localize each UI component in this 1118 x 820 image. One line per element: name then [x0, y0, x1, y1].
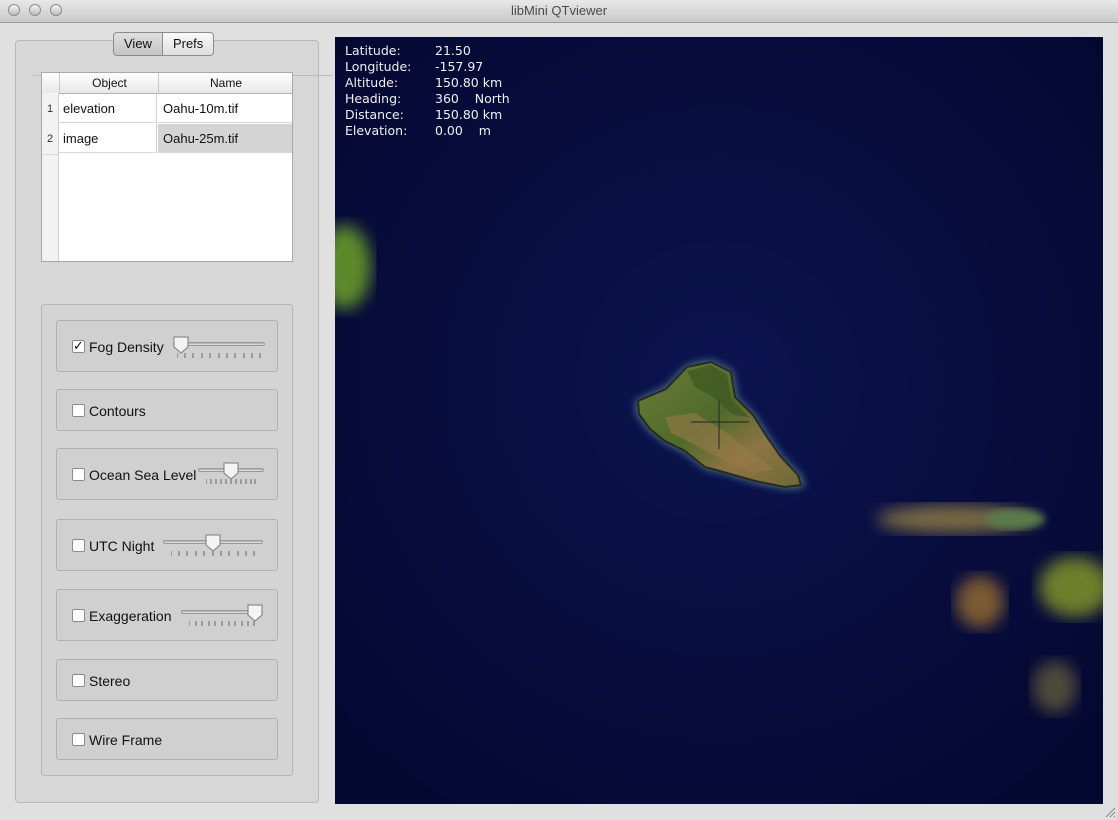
exaggeration-slider[interactable] [181, 604, 263, 626]
molokai-island [877, 505, 1045, 533]
slider-ticks [206, 479, 256, 484]
wire-frame-checkbox[interactable] [72, 733, 85, 746]
hud-heading-label: Heading: [345, 91, 402, 106]
utc-night-box: UTC Night [56, 519, 278, 571]
window-title: libMini QTviewer [510, 3, 608, 18]
stereo-label: Stereo [89, 673, 131, 689]
object-table[interactable]: Object Name 1 elevation Oahu-10m.tif 2 i… [41, 72, 293, 262]
row-number: 2 [42, 124, 59, 155]
hud-latitude-label: Latitude: [345, 43, 401, 58]
tab-prefs[interactable]: Prefs [163, 33, 213, 55]
utc-night-checkbox[interactable] [72, 539, 85, 552]
ocean-sea-level-checkbox[interactable] [72, 468, 85, 481]
fog-density-slider[interactable] [173, 336, 265, 358]
exaggeration-checkbox[interactable] [72, 609, 85, 622]
contours-checkbox[interactable] [72, 404, 85, 417]
wire-frame-label: Wire Frame [89, 732, 163, 748]
hud-distance-value: 150.80 km [435, 107, 503, 122]
table-row[interactable]: 1 elevation Oahu-10m.tif [42, 94, 292, 125]
ocean-sea-level-slider[interactable] [198, 462, 264, 484]
contours-label: Contours [89, 403, 146, 419]
fog-density-label: Fog Density [89, 339, 164, 355]
utc-night-label: UTC Night [89, 538, 155, 554]
table-header: Object Name [42, 73, 292, 94]
wire-frame-box: Wire Frame [56, 718, 278, 760]
ocean-sea-level-box: Ocean Sea Level [56, 448, 278, 500]
hud-longitude-label: Longitude: [345, 59, 412, 74]
exaggeration-box: Exaggeration [56, 589, 278, 641]
slider-knob[interactable] [223, 462, 239, 480]
exaggeration-label: Exaggeration [89, 608, 172, 624]
check-icon: ✓ [73, 338, 84, 353]
slider-ticks [177, 353, 261, 358]
slider-ticks [189, 621, 255, 626]
column-header-name[interactable]: Name [158, 73, 293, 93]
object-cell[interactable]: elevation [59, 94, 157, 123]
object-cell[interactable]: image [59, 124, 157, 153]
utc-night-slider[interactable] [163, 534, 263, 556]
stereo-checkbox[interactable] [72, 674, 85, 687]
column-header-object[interactable]: Object [59, 73, 159, 93]
slider-ticks [171, 551, 255, 556]
slider-knob[interactable] [247, 604, 263, 622]
tab-view[interactable]: View [114, 33, 163, 55]
hud-altitude-label: Altitude: [345, 75, 399, 90]
map-3d-view[interactable]: Latitude: 21.50 Longitude: -157.97 Altit… [335, 37, 1103, 804]
terrain-render [335, 37, 1103, 804]
name-cell[interactable]: Oahu-10m.tif [158, 94, 292, 123]
fog-density-checkbox[interactable]: ✓ [72, 338, 85, 353]
hud-latitude-value: 21.50 [435, 43, 471, 58]
stereo-box: Stereo [56, 659, 278, 701]
table-row[interactable]: 2 image Oahu-25m.tif [42, 124, 292, 155]
main-window: View Prefs Object Name 1 elevation Oahu-… [0, 23, 1118, 820]
hud-elevation-value: 0.00 m [435, 123, 491, 138]
hud-altitude-value: 150.80 km [435, 75, 503, 90]
fog-density-box: ✓ Fog Density [56, 320, 278, 372]
hud-elevation-label: Elevation: [345, 123, 408, 138]
row-number: 1 [42, 94, 59, 125]
slider-knob[interactable] [205, 534, 221, 552]
slider-knob[interactable] [173, 336, 189, 354]
hud-distance-label: Distance: [345, 107, 404, 122]
hud-heading-value: 360 North [435, 91, 510, 106]
resize-grip-icon[interactable] [1104, 806, 1116, 818]
name-cell[interactable]: Oahu-25m.tif [158, 124, 292, 153]
tab-bar: View Prefs [113, 32, 215, 56]
ocean-sea-level-label: Ocean Sea Level [89, 467, 197, 483]
hud-longitude-value: -157.97 [435, 59, 484, 74]
contours-box: Contours [56, 389, 278, 431]
title-bar: libMini QTviewer [0, 0, 1118, 23]
